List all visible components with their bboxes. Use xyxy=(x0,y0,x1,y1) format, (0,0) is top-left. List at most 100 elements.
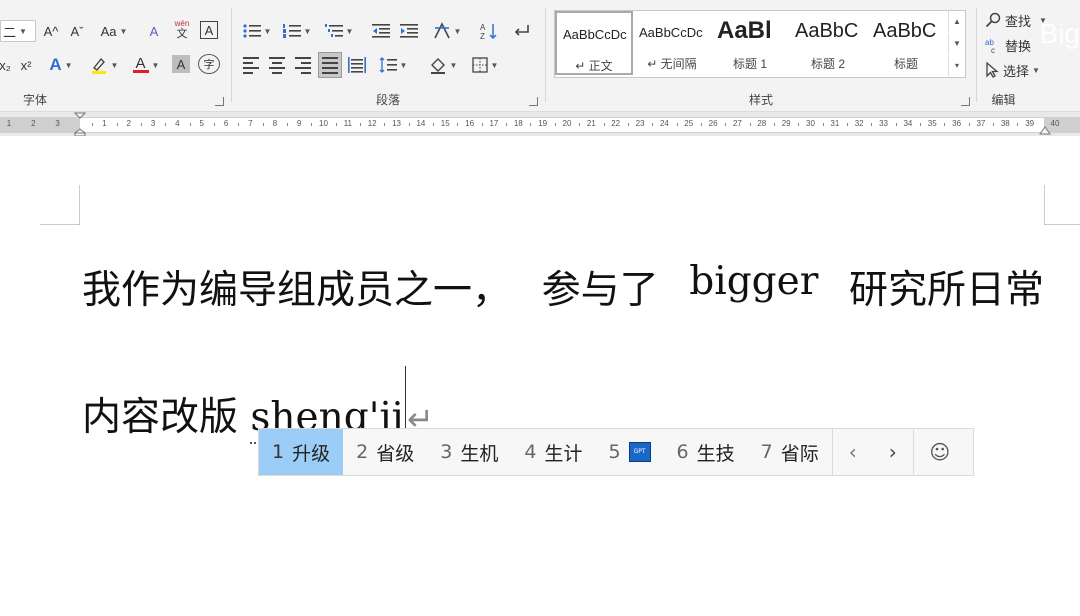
subscript-button[interactable]: x₂ xyxy=(0,54,14,76)
enclose-characters-button[interactable]: 字 xyxy=(198,54,220,74)
watermark-text: Big xyxy=(1039,18,1080,49)
line-spacing-button[interactable]: ▼ xyxy=(376,54,410,76)
align-left-button[interactable] xyxy=(240,54,262,76)
ime-candidate-4[interactable]: 4 生计 xyxy=(511,429,595,475)
chevron-down-icon: ▼ xyxy=(490,60,499,70)
horizontal-ruler[interactable]: 3 2 1 1 2 3 4 5 6 7 8 9 10 11 12 13 14 15 16 17 18 19 20 21 22 23… xyxy=(0,112,1080,136)
chevron-right-icon: › xyxy=(888,440,897,464)
decrease-indent-icon xyxy=(372,24,390,38)
text-effect-button[interactable]: A ▼ xyxy=(44,54,78,76)
justify-button[interactable] xyxy=(318,52,342,78)
ruler-tick xyxy=(603,123,605,126)
numbering-button[interactable]: ▼ xyxy=(280,20,314,42)
ribbon: 二 ▼ A^ Aˇ Aa ▼ A wén 文 A x₂ x² A ▼ ▼ A ▼… xyxy=(0,0,1080,112)
align-center-icon xyxy=(269,56,285,74)
multilevel-list-button[interactable]: ▼ xyxy=(322,20,356,42)
ime-candidate-5[interactable]: 5 GPT xyxy=(595,429,663,475)
text-segment: 参与了 xyxy=(541,268,659,313)
font-color-button[interactable]: A ▼ xyxy=(128,54,164,76)
clear-format-button[interactable]: A xyxy=(142,20,166,42)
ruler-tick xyxy=(165,123,167,126)
replace-icon: ab c xyxy=(985,38,995,53)
font-color-letter: A xyxy=(135,55,146,72)
ruler-number: 31 xyxy=(830,119,840,128)
paint-bucket-icon xyxy=(430,58,445,74)
font-group-label: 字体 xyxy=(22,93,47,107)
font-group: 二 ▼ A^ Aˇ Aa ▼ A wén 文 A x₂ x² A ▼ ▼ A ▼… xyxy=(0,0,230,111)
ime-candidate-3[interactable]: 3 生机 xyxy=(427,429,511,475)
line-spacing-icon xyxy=(379,57,397,73)
decrease-indent-button[interactable] xyxy=(370,20,392,42)
bullets-button[interactable]: ▼ xyxy=(240,20,274,42)
ime-candidate-1[interactable]: 1 升级 xyxy=(259,429,344,475)
show-marks-button[interactable] xyxy=(510,20,532,42)
ruler-tick xyxy=(798,123,800,126)
ruler-tick xyxy=(481,123,483,126)
distributed-button[interactable] xyxy=(346,54,368,76)
ruler-number: 29 xyxy=(781,119,791,128)
ruler-tick xyxy=(920,123,922,126)
ime-candidate-7[interactable]: 7 省际 xyxy=(748,429,832,475)
change-case-button[interactable]: Aa ▼ xyxy=(96,20,132,42)
character-shading-button[interactable]: A xyxy=(172,55,190,73)
ruler-number: 13 xyxy=(392,119,401,128)
font-dialog-launcher-icon[interactable] xyxy=(215,97,224,106)
increase-indent-button[interactable] xyxy=(398,20,420,42)
ruler-tick xyxy=(116,123,118,126)
phonetic-guide-button[interactable]: wén 文 xyxy=(170,18,194,40)
ruler-tick xyxy=(384,123,386,126)
chevron-down-icon: ▼ xyxy=(263,26,272,36)
character-border-button[interactable]: A xyxy=(200,21,218,39)
superscript-button[interactable]: x² xyxy=(16,54,36,76)
ruler-number: 2 xyxy=(31,119,36,128)
ruler-number: 34 xyxy=(903,119,913,128)
shrink-font-button[interactable]: Aˇ xyxy=(66,20,88,42)
ruler-number: 23 xyxy=(635,119,645,128)
ruler-number: 27 xyxy=(732,119,742,128)
chinese-layout-button[interactable]: ▼ xyxy=(430,20,464,42)
align-right-icon xyxy=(295,56,311,74)
highlight-button[interactable]: ▼ xyxy=(86,54,122,76)
ruler-tick xyxy=(213,123,215,126)
paragraph-dialog-launcher-icon[interactable] xyxy=(529,97,538,106)
sort-button[interactable]: A Z xyxy=(478,20,500,42)
first-line-indent-marker-icon[interactable] xyxy=(74,112,86,136)
font-size-box[interactable]: 二 ▼ xyxy=(0,20,36,42)
ime-candidate-6[interactable]: 6 生技 xyxy=(664,429,748,475)
ruler-tick xyxy=(871,123,873,126)
editing-group-label: 编辑 xyxy=(991,93,1016,107)
text-segment: 我作为编导组成员之一， xyxy=(82,268,512,313)
ime-emoji-button[interactable]: ☺ xyxy=(914,429,966,475)
shading-button[interactable]: ▼ xyxy=(426,54,460,76)
borders-button[interactable]: ▼ xyxy=(468,54,502,76)
ime-candidate-2[interactable]: 2 省级 xyxy=(343,429,427,475)
chevron-down-icon: ▼ xyxy=(345,26,354,36)
ime-prev-page-button[interactable]: ‹ xyxy=(833,429,873,475)
document-page[interactable]: 我作为编导组成员之一， 参与了 bigger 研究所日常 内容改版 sheng'… xyxy=(0,137,1080,616)
editing-group: 查找 ▼ ab c 替换 选择 ▼ 编辑 xyxy=(977,0,1080,111)
ime-next-page-button[interactable]: › xyxy=(873,429,913,475)
candidate-text: 生技 xyxy=(696,442,735,465)
increase-indent-icon xyxy=(400,24,418,38)
cursor-arrow-icon xyxy=(986,62,999,78)
borders-icon xyxy=(471,57,488,73)
ruler-strip: 3 2 1 1 2 3 4 5 6 7 8 9 10 11 12 13 14 15 16 17 18 19 20 21 22 23… xyxy=(0,117,1080,133)
ruler-tick xyxy=(92,123,94,126)
ruler-tick xyxy=(457,123,459,126)
ruler-tick xyxy=(847,123,849,126)
ruler-tick xyxy=(676,123,678,126)
select-label: 选择 xyxy=(1003,63,1030,79)
replace-label: 替换 xyxy=(1005,38,1032,54)
grow-font-button[interactable]: A^ xyxy=(40,20,62,42)
ruler-tick xyxy=(749,123,751,126)
right-indent-marker-icon[interactable] xyxy=(1039,126,1051,136)
styles-dialog-launcher-icon[interactable] xyxy=(961,97,970,106)
align-center-button[interactable] xyxy=(266,54,288,76)
ruler-number: 5 xyxy=(199,119,204,128)
character-border-label: A xyxy=(204,22,214,38)
select-button[interactable]: 选择 ▼ xyxy=(985,59,1065,81)
align-right-button[interactable] xyxy=(292,54,314,76)
ruler-number: 22 xyxy=(611,119,621,128)
font-size-value: 二 xyxy=(3,24,17,40)
change-case-label: Aa xyxy=(100,23,117,39)
